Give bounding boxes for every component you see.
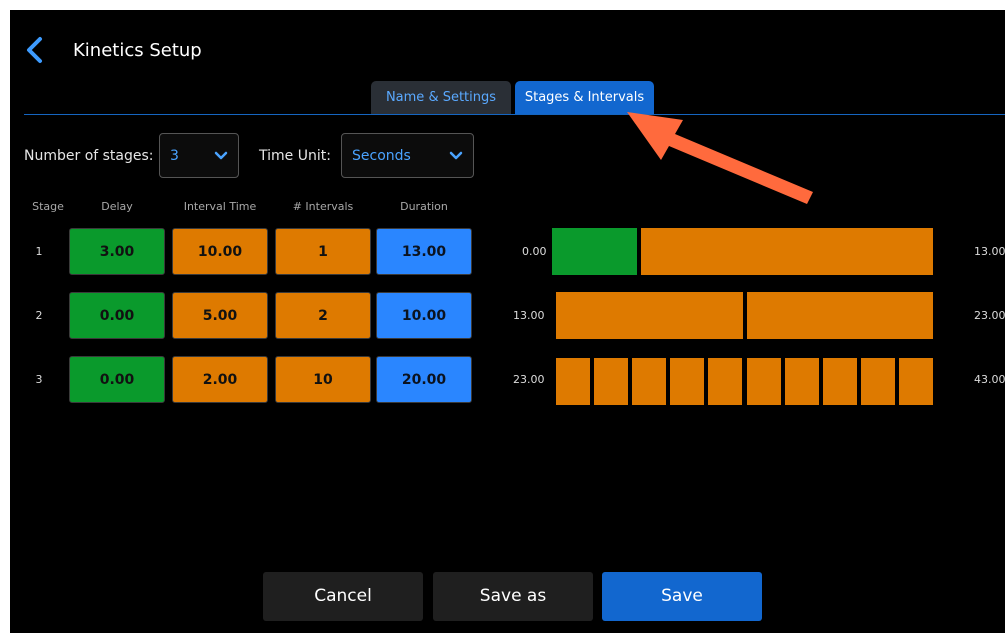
chevron-down-icon: [449, 151, 463, 160]
interval-time-field[interactable]: 2.00: [172, 356, 268, 403]
stage-number: 1: [35, 245, 43, 258]
stage-number: 3: [35, 373, 43, 386]
cancel-button[interactable]: Cancel: [263, 572, 423, 621]
time-unit-select[interactable]: Seconds: [341, 133, 474, 178]
timeline-interval-segment: [670, 358, 705, 405]
back-chevron-icon[interactable]: [24, 36, 46, 64]
timeline-interval-segment: [784, 358, 819, 405]
timeline-interval-segment: [708, 358, 743, 405]
interval-time-field[interactable]: 5.00: [172, 292, 268, 339]
stage-number: 2: [35, 309, 43, 322]
timeline-delay-segment: [552, 228, 637, 275]
intervals-field[interactable]: 10: [275, 356, 371, 403]
timeline-end-label: 43.00: [974, 373, 1005, 386]
page-title: Kinetics Setup: [73, 40, 202, 61]
intervals-field[interactable]: 2: [275, 292, 371, 339]
column-header-stage: Stage: [32, 200, 64, 213]
timeline-end-label: 13.00: [974, 245, 1005, 258]
tab-name-settings[interactable]: Name & Settings: [371, 81, 511, 114]
number-of-stages-value: 3: [170, 148, 179, 164]
tab-underline: [24, 114, 1005, 115]
timeline-interval-segment: [746, 358, 781, 405]
delay-field[interactable]: 3.00: [69, 228, 165, 275]
timeline-interval-segment: [898, 358, 933, 405]
timeline-interval-segment: [594, 358, 629, 405]
save-as-button[interactable]: Save as: [433, 572, 593, 621]
timeline-start-label: 0.00: [522, 245, 547, 258]
timeline-interval-segment: [556, 358, 591, 405]
timeline-interval-segment: [822, 358, 857, 405]
chevron-down-icon: [214, 151, 228, 160]
number-of-stages-select[interactable]: 3: [159, 133, 239, 178]
number-of-stages-label: Number of stages:: [24, 148, 154, 164]
time-unit-label: Time Unit:: [259, 148, 331, 164]
timeline-interval-segment: [640, 228, 933, 275]
interval-time-field[interactable]: 10.00: [172, 228, 268, 275]
delay-field[interactable]: 0.00: [69, 356, 165, 403]
column-header-interval-time: Interval Time: [183, 200, 257, 213]
duration-field[interactable]: 20.00: [376, 356, 472, 403]
intervals-field[interactable]: 1: [275, 228, 371, 275]
timeline-end-label: 23.00: [974, 309, 1005, 322]
column-header-intervals: # Intervals: [292, 200, 354, 213]
timeline-start-label: 13.00: [513, 309, 545, 322]
annotation-arrow-icon: [627, 112, 813, 204]
timeline-interval-segment: [860, 358, 895, 405]
column-header-delay: Delay: [101, 200, 133, 213]
time-unit-value: Seconds: [352, 148, 411, 164]
save-button[interactable]: Save: [602, 572, 762, 621]
timeline-interval-segment: [556, 292, 743, 339]
delay-field[interactable]: 0.00: [69, 292, 165, 339]
column-header-duration: Duration: [400, 200, 448, 213]
duration-field[interactable]: 10.00: [376, 292, 472, 339]
duration-field[interactable]: 13.00: [376, 228, 472, 275]
timeline-interval-segment: [632, 358, 667, 405]
timeline-start-label: 23.00: [513, 373, 545, 386]
timeline-interval-segment: [746, 292, 933, 339]
kinetics-setup-screen: Kinetics Setup Name & Settings Stages & …: [10, 10, 1005, 633]
